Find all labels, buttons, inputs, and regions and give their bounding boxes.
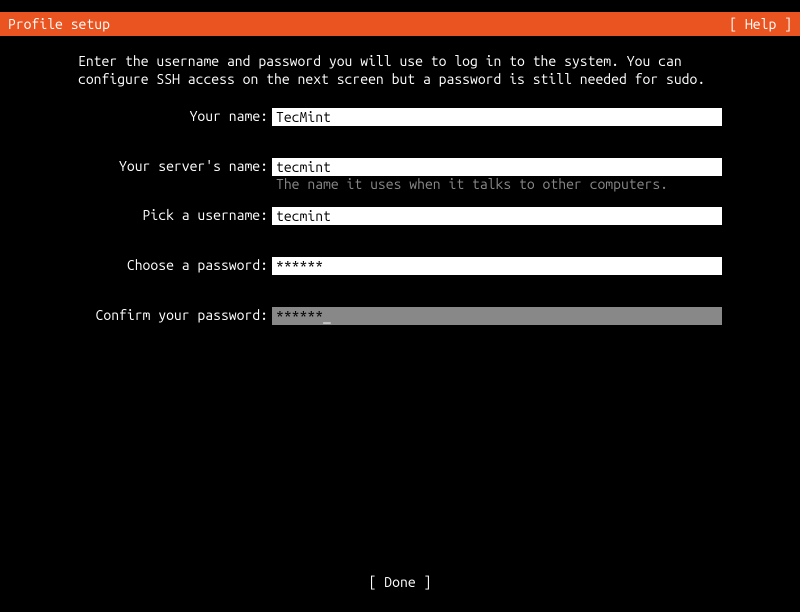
- username-row: Pick a username: tecmint: [78, 207, 722, 225]
- help-button[interactable]: [ Help ]: [729, 16, 792, 32]
- header-bar: Profile setup [ Help ]: [0, 12, 800, 36]
- password-input[interactable]: ******: [272, 257, 722, 275]
- footer: [ Done ]: [0, 574, 800, 590]
- name-row: Your name: TecMint: [78, 108, 722, 126]
- confirm-row: Confirm your password: ******: [78, 307, 722, 325]
- name-label: Your name:: [78, 108, 272, 124]
- name-input[interactable]: TecMint: [272, 108, 722, 126]
- server-input[interactable]: tecmint: [272, 158, 722, 176]
- confirm-input[interactable]: ******: [272, 307, 722, 325]
- content-area: Enter the username and password you will…: [0, 36, 800, 325]
- server-label: Your server's name:: [78, 158, 272, 174]
- page-title: Profile setup: [8, 16, 110, 32]
- server-hint: The name it uses when it talks to other …: [276, 176, 722, 193]
- confirm-label: Confirm your password:: [78, 307, 272, 323]
- password-label: Choose a password:: [78, 257, 272, 273]
- instructions-text: Enter the username and password you will…: [78, 52, 722, 88]
- password-row: Choose a password: ******: [78, 257, 722, 275]
- username-label: Pick a username:: [78, 207, 272, 223]
- username-input[interactable]: tecmint: [272, 207, 722, 225]
- done-button[interactable]: [ Done ]: [369, 574, 432, 590]
- server-row: Your server's name: tecmint: [78, 158, 722, 176]
